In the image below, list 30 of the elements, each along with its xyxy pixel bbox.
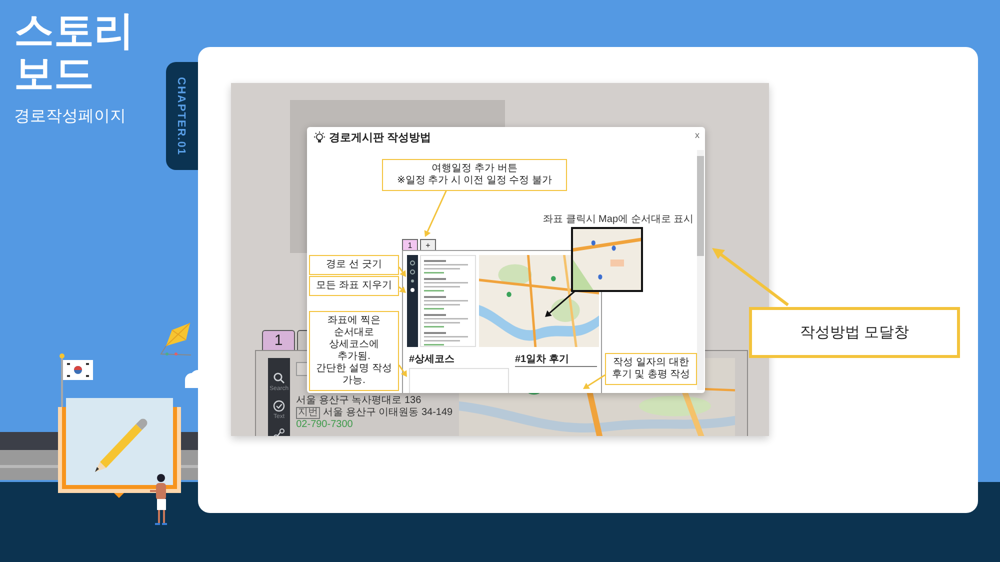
modal-title: 경로게시판 작성방법 bbox=[329, 131, 432, 145]
lot-tag: 지번 bbox=[296, 407, 320, 419]
leader-line bbox=[398, 286, 406, 293]
callout-text: 경로 선 긋기 bbox=[309, 255, 399, 275]
slide-title: 스토리 보드 bbox=[14, 10, 135, 96]
callout-text: 좌표에 찍은 순서대로 상세코스에 추가됨. 간단한 설명 작성 가능. bbox=[309, 311, 399, 391]
section-heading: #상세코스 bbox=[409, 353, 455, 366]
slide-subtitle: 경로작성페이지 bbox=[14, 107, 127, 128]
leader-line bbox=[398, 364, 407, 377]
section-heading: #1일차 후기 bbox=[515, 353, 569, 366]
tab[interactable]: + bbox=[420, 239, 436, 250]
leader-line bbox=[398, 266, 406, 277]
address-text: 서울 용산구 이태원동 34-149 bbox=[323, 407, 453, 419]
map-note: 좌표 클릭시 Map에 순서대로 표시 bbox=[543, 213, 694, 226]
check-icon[interactable] bbox=[273, 400, 286, 412]
leader-line bbox=[424, 188, 448, 237]
tab[interactable]: 1 bbox=[262, 330, 295, 350]
leader-line bbox=[583, 374, 606, 389]
annotation-label: 작성방법 모달창 bbox=[749, 307, 960, 358]
callout-text: 여행일정 추가 버튼 ※일정 추가 시 이전 일정 수정 불가 bbox=[382, 159, 567, 191]
phone-text: 02-790-7300 bbox=[296, 419, 353, 431]
callout-text: 작성 일자의 대한 후기 및 총평 작성 bbox=[605, 353, 697, 385]
scrollbar[interactable] bbox=[697, 150, 704, 390]
callout-text: 모든 좌표 지우기 bbox=[309, 276, 399, 296]
kite-drawing bbox=[160, 322, 192, 356]
lightbulb-icon bbox=[313, 131, 326, 144]
address-text: 서울 용산구 녹사평대로 136 bbox=[296, 395, 422, 407]
search-icon[interactable] bbox=[273, 372, 286, 384]
tab[interactable]: 1 bbox=[402, 239, 418, 250]
close-button[interactable]: x bbox=[693, 130, 702, 140]
